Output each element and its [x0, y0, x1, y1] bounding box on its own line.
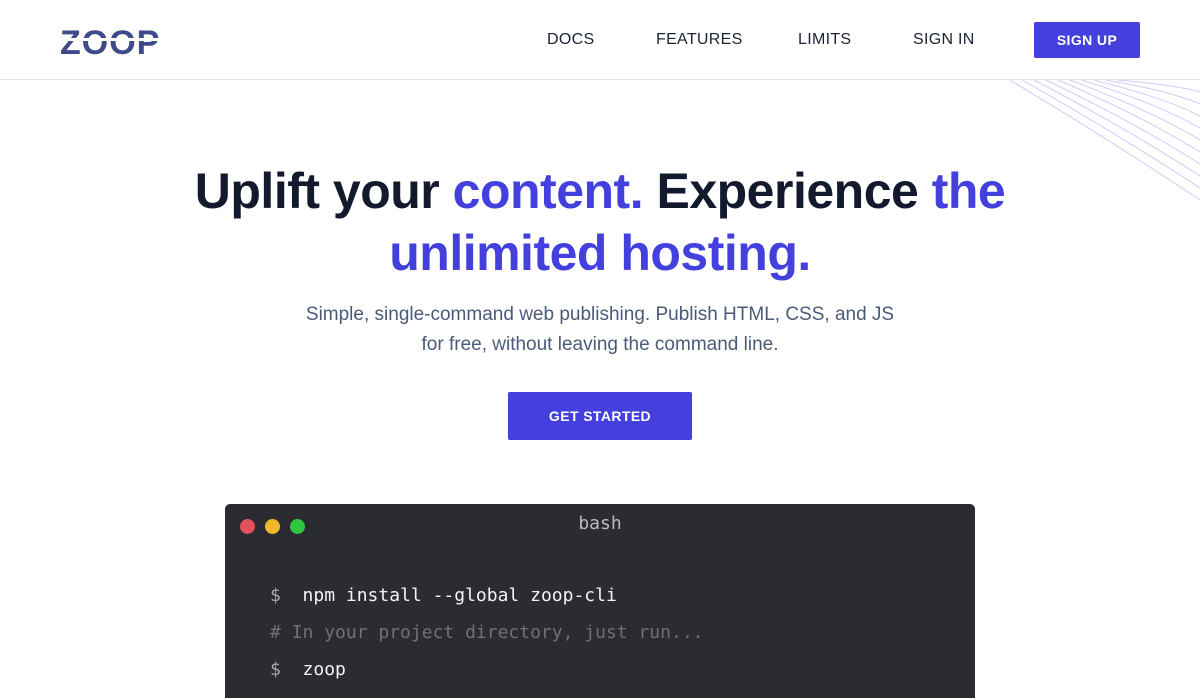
- hero-subtitle-line1: Simple, single-command web publishing. P…: [305, 304, 895, 325]
- terminal-prompt: $: [270, 659, 281, 680]
- terminal-line: $ zoop: [270, 659, 346, 680]
- hero-title: Uplift your content. Experience the unli…: [0, 160, 1200, 284]
- zoop-logo[interactable]: ZOOP: [60, 22, 176, 58]
- landing-page: ZOOP DOCS FEATURES LIMITS SIGN IN SIGN U…: [0, 0, 1200, 698]
- get-started-button[interactable]: GET STARTED: [508, 392, 692, 440]
- terminal-window: bash $ npm install --global zoop-cli # I…: [225, 504, 975, 698]
- terminal-command: npm install --global zoop-cli: [302, 585, 617, 606]
- hero-subtitle: Simple, single-command web publishing. P…: [280, 300, 920, 360]
- terminal-title: bash: [578, 513, 622, 534]
- hero-title-part1: Uplift your: [194, 163, 453, 219]
- terminal-prompt: $: [270, 585, 281, 606]
- terminal-command: zoop: [302, 659, 346, 680]
- hero-subtitle-line2: for free, without leaving the command li…: [421, 334, 779, 355]
- hero-title-accent-content: content.: [452, 163, 644, 219]
- hero-title-part2: Experience: [643, 163, 932, 219]
- site-header: ZOOP DOCS FEATURES LIMITS SIGN IN SIGN U…: [0, 0, 1200, 80]
- terminal-comment-mark: #: [270, 622, 281, 643]
- nav-limits-link[interactable]: LIMITS: [798, 31, 851, 49]
- terminal-line: $ npm install --global zoop-cli: [270, 585, 617, 606]
- hero-title-accent-the: the: [931, 163, 1006, 219]
- nav-features-link[interactable]: FEATURES: [656, 31, 743, 49]
- terminal-comment: In your project directory, just run...: [291, 622, 704, 643]
- nav-sign-in-link[interactable]: SIGN IN: [913, 31, 975, 49]
- sign-up-button[interactable]: SIGN UP: [1034, 22, 1140, 58]
- nav-docs-link[interactable]: DOCS: [547, 31, 594, 49]
- hero-title-accent-hosting: unlimited hosting.: [389, 225, 811, 281]
- terminal-line: # In your project directory, just run...: [270, 622, 704, 643]
